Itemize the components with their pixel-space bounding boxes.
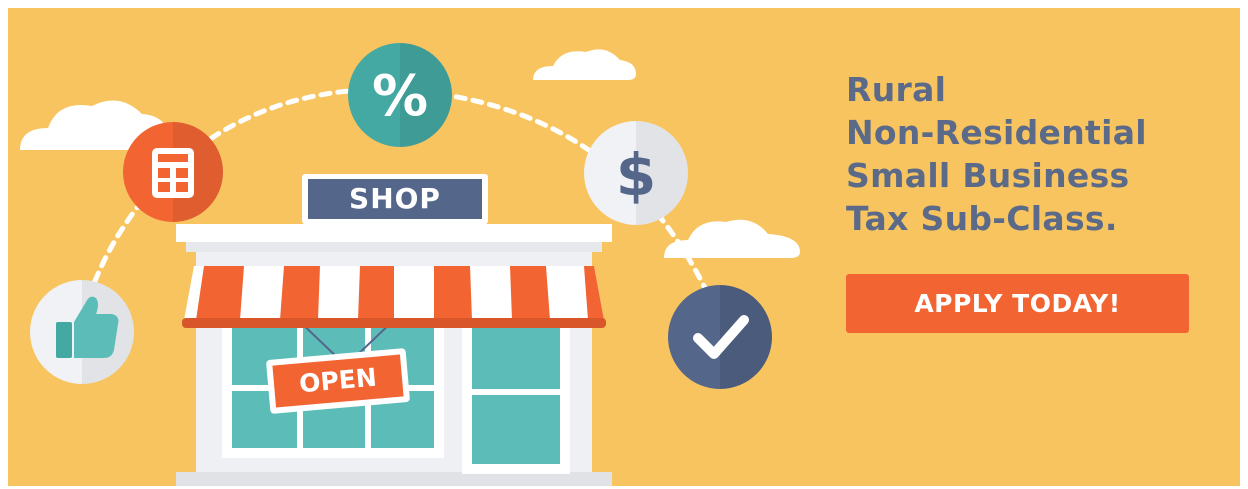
apply-today-button[interactable]: APPLY TODAY!: [846, 274, 1189, 333]
svg-text:%: %: [372, 64, 428, 129]
headline: Rural Non-Residential Small Business Tax…: [846, 68, 1226, 240]
checkmark-icon: [668, 285, 772, 389]
percent-icon: %: [348, 43, 452, 147]
dollar-icon: $: [584, 121, 688, 225]
promo-banner: % $ SHOP OPEN Rural Non-Residential Smal…: [0, 0, 1248, 489]
shop-sign-label: SHOP: [349, 182, 441, 215]
calculator-icon: [123, 122, 223, 222]
headline-line-3: Small Business: [846, 156, 1130, 195]
headline-line-2: Non-Residential: [846, 113, 1147, 152]
headline-line-4: Tax Sub-Class.: [846, 199, 1118, 238]
thumbs-up-icon: [30, 280, 134, 384]
svg-text:$: $: [616, 141, 656, 209]
headline-line-1: Rural: [846, 70, 947, 109]
